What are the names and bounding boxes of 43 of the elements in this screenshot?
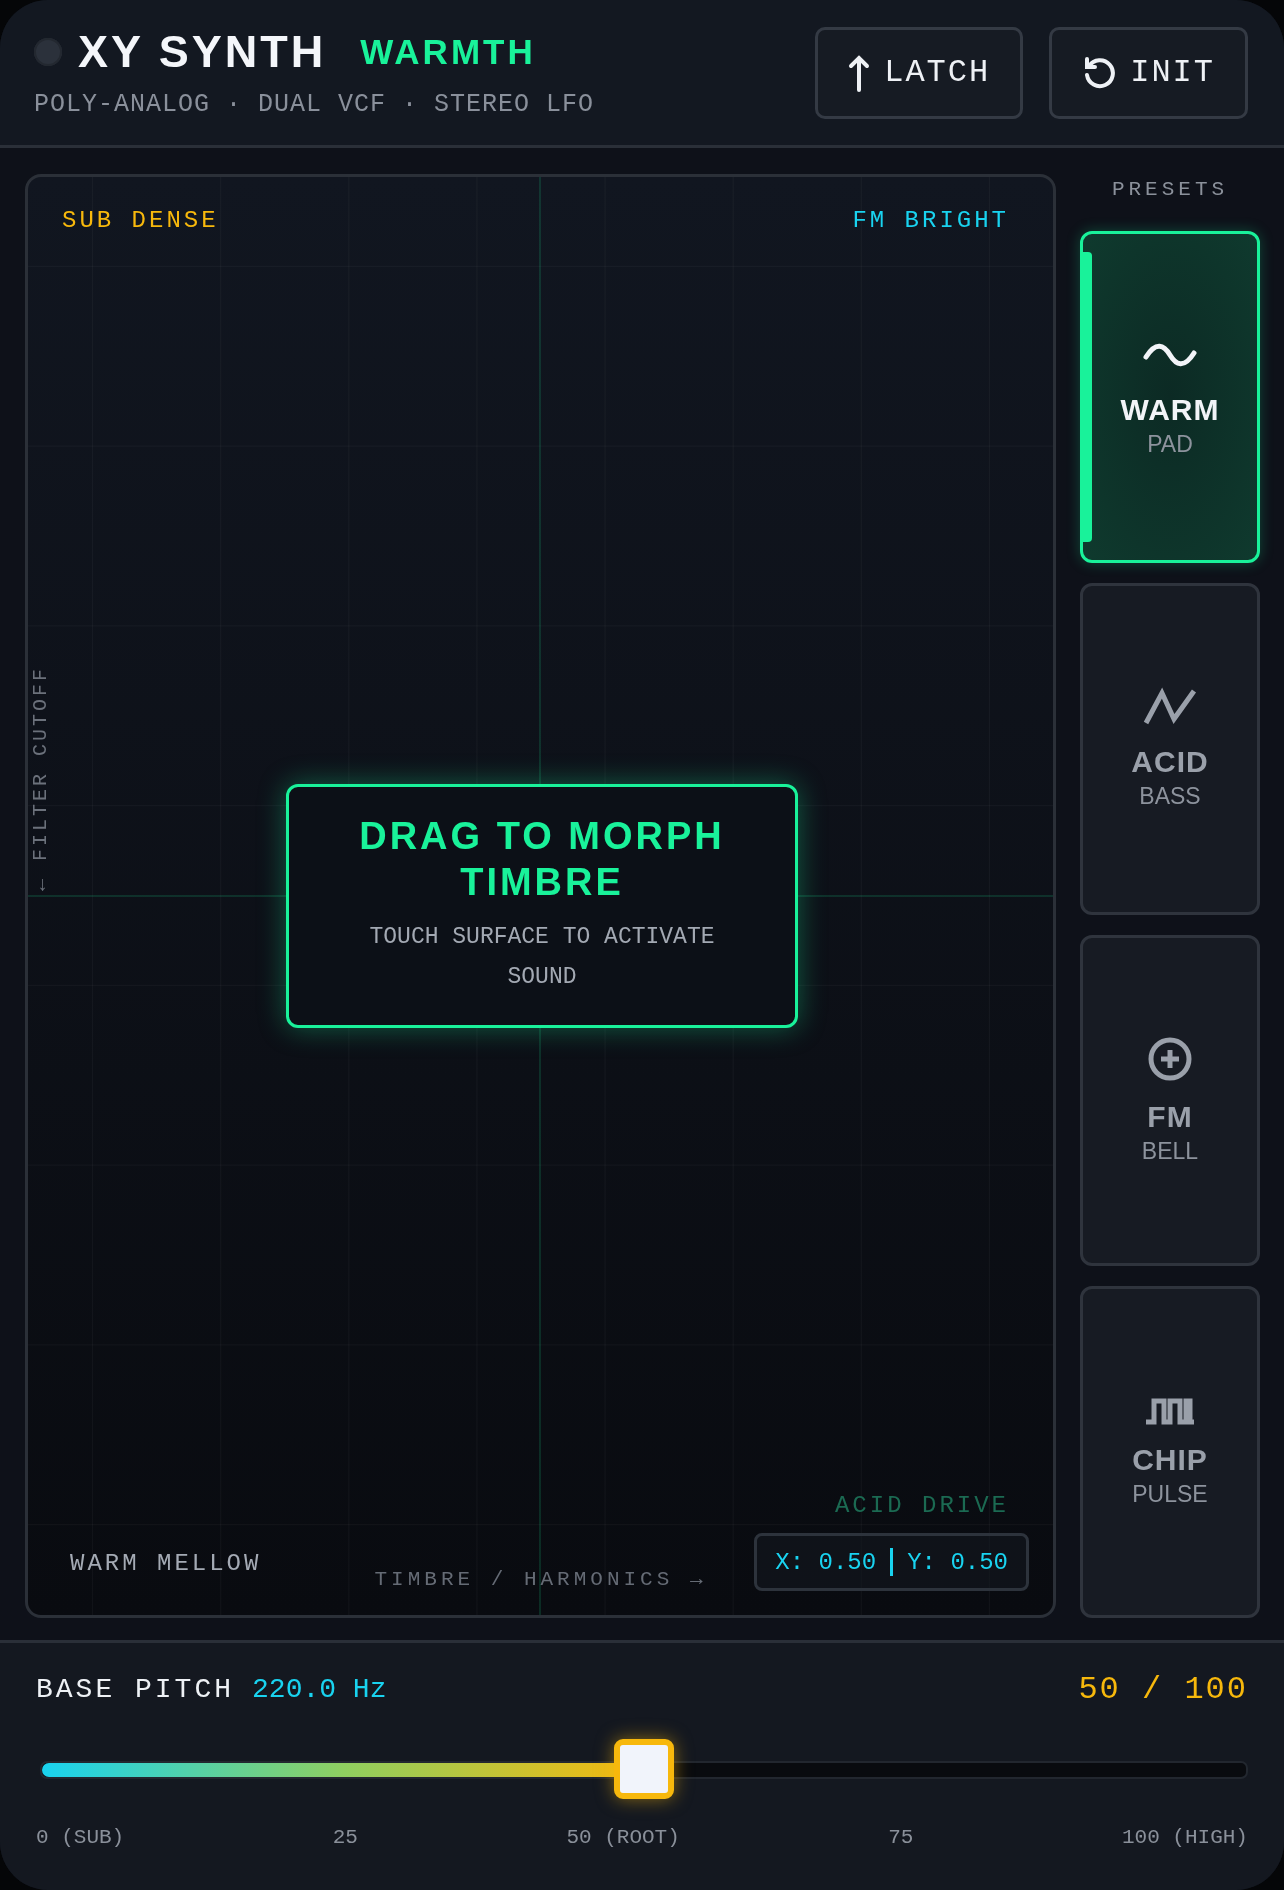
preset-title: FM <box>1147 1099 1193 1134</box>
preset-name: WARMTH <box>360 32 536 72</box>
corner-label: WARM MELLOW <box>70 1550 262 1577</box>
tick-label: 50 (ROOT) <box>566 1826 680 1849</box>
y-axis-label: ← FILTER CUTOFF <box>29 666 52 891</box>
y-value: Y: 0.50 <box>907 1548 1008 1576</box>
tick-label: 100 (HIGH) <box>1121 1826 1248 1849</box>
pitch-label: BASE PITCH <box>36 1674 235 1705</box>
reset-icon <box>1082 55 1117 90</box>
preset-title: CHIP <box>1132 1442 1208 1477</box>
preset-subtitle: BELL <box>1141 1137 1199 1165</box>
hint-title: DRAG TO MORPH TIMBRE <box>358 814 726 905</box>
pitch-slider[interactable] <box>40 1738 1248 1800</box>
preset-title: ACID <box>1131 745 1209 780</box>
app-subtitle: POLY-ANALOG · DUAL VCF · STEREO LFO <box>34 90 595 119</box>
up-arrow-icon <box>848 53 871 92</box>
init-button[interactable]: INIT <box>1049 26 1248 119</box>
slider-thumb[interactable] <box>614 1739 674 1799</box>
preset-card[interactable]: CHIP PULSE <box>1080 1286 1260 1618</box>
tick-label: 75 <box>888 1826 914 1849</box>
preset-subtitle: PULSE <box>1132 1480 1208 1508</box>
app-title: XY SYNTH <box>78 26 327 78</box>
xy-pad[interactable]: SUB DENSE FM BRIGHT ← FILTER CUTOFF DRAG TO MORPH TIMBRE TOUCH SURFACE TO ACTIVATE SOUND ACID DRIVE WARM MELLOW TIMBRE / HARMONICS → X: 0.50 Y: 0.50 <box>25 174 1056 1618</box>
x-axis-label: TIMBRE / HARMONICS → <box>374 1568 707 1591</box>
pitch-frequency: 220.0 Hz <box>252 1674 387 1705</box>
pitch-value: 50 / 100 <box>1078 1671 1248 1708</box>
plus-circle-icon <box>1147 1035 1193 1082</box>
preset-title: WARM <box>1120 393 1220 428</box>
preset-card[interactable]: FM BELL <box>1080 934 1260 1267</box>
presets-heading: PRESETS <box>1110 177 1230 203</box>
corner-label: FM BRIGHT <box>852 207 1009 234</box>
preset-card[interactable]: ACID BASS <box>1080 582 1260 915</box>
latch-button[interactable]: LATCH <box>815 26 1024 119</box>
preset-subtitle: PAD <box>1147 431 1193 459</box>
square-wave-icon <box>1144 1396 1196 1425</box>
preset-subtitle: BASS <box>1139 783 1201 811</box>
tick-label: 0 (SUB) <box>36 1826 125 1849</box>
hint-text: TOUCH SURFACE TO ACTIVATE SOUND <box>368 923 716 992</box>
corner-label: SUB DENSE <box>62 207 219 234</box>
tick-label: 25 <box>332 1826 358 1849</box>
x-value: X: 0.50 <box>775 1548 877 1576</box>
preset-card[interactable]: WARM PAD <box>1080 231 1260 563</box>
corner-label: ACID DRIVE <box>834 1492 1009 1519</box>
